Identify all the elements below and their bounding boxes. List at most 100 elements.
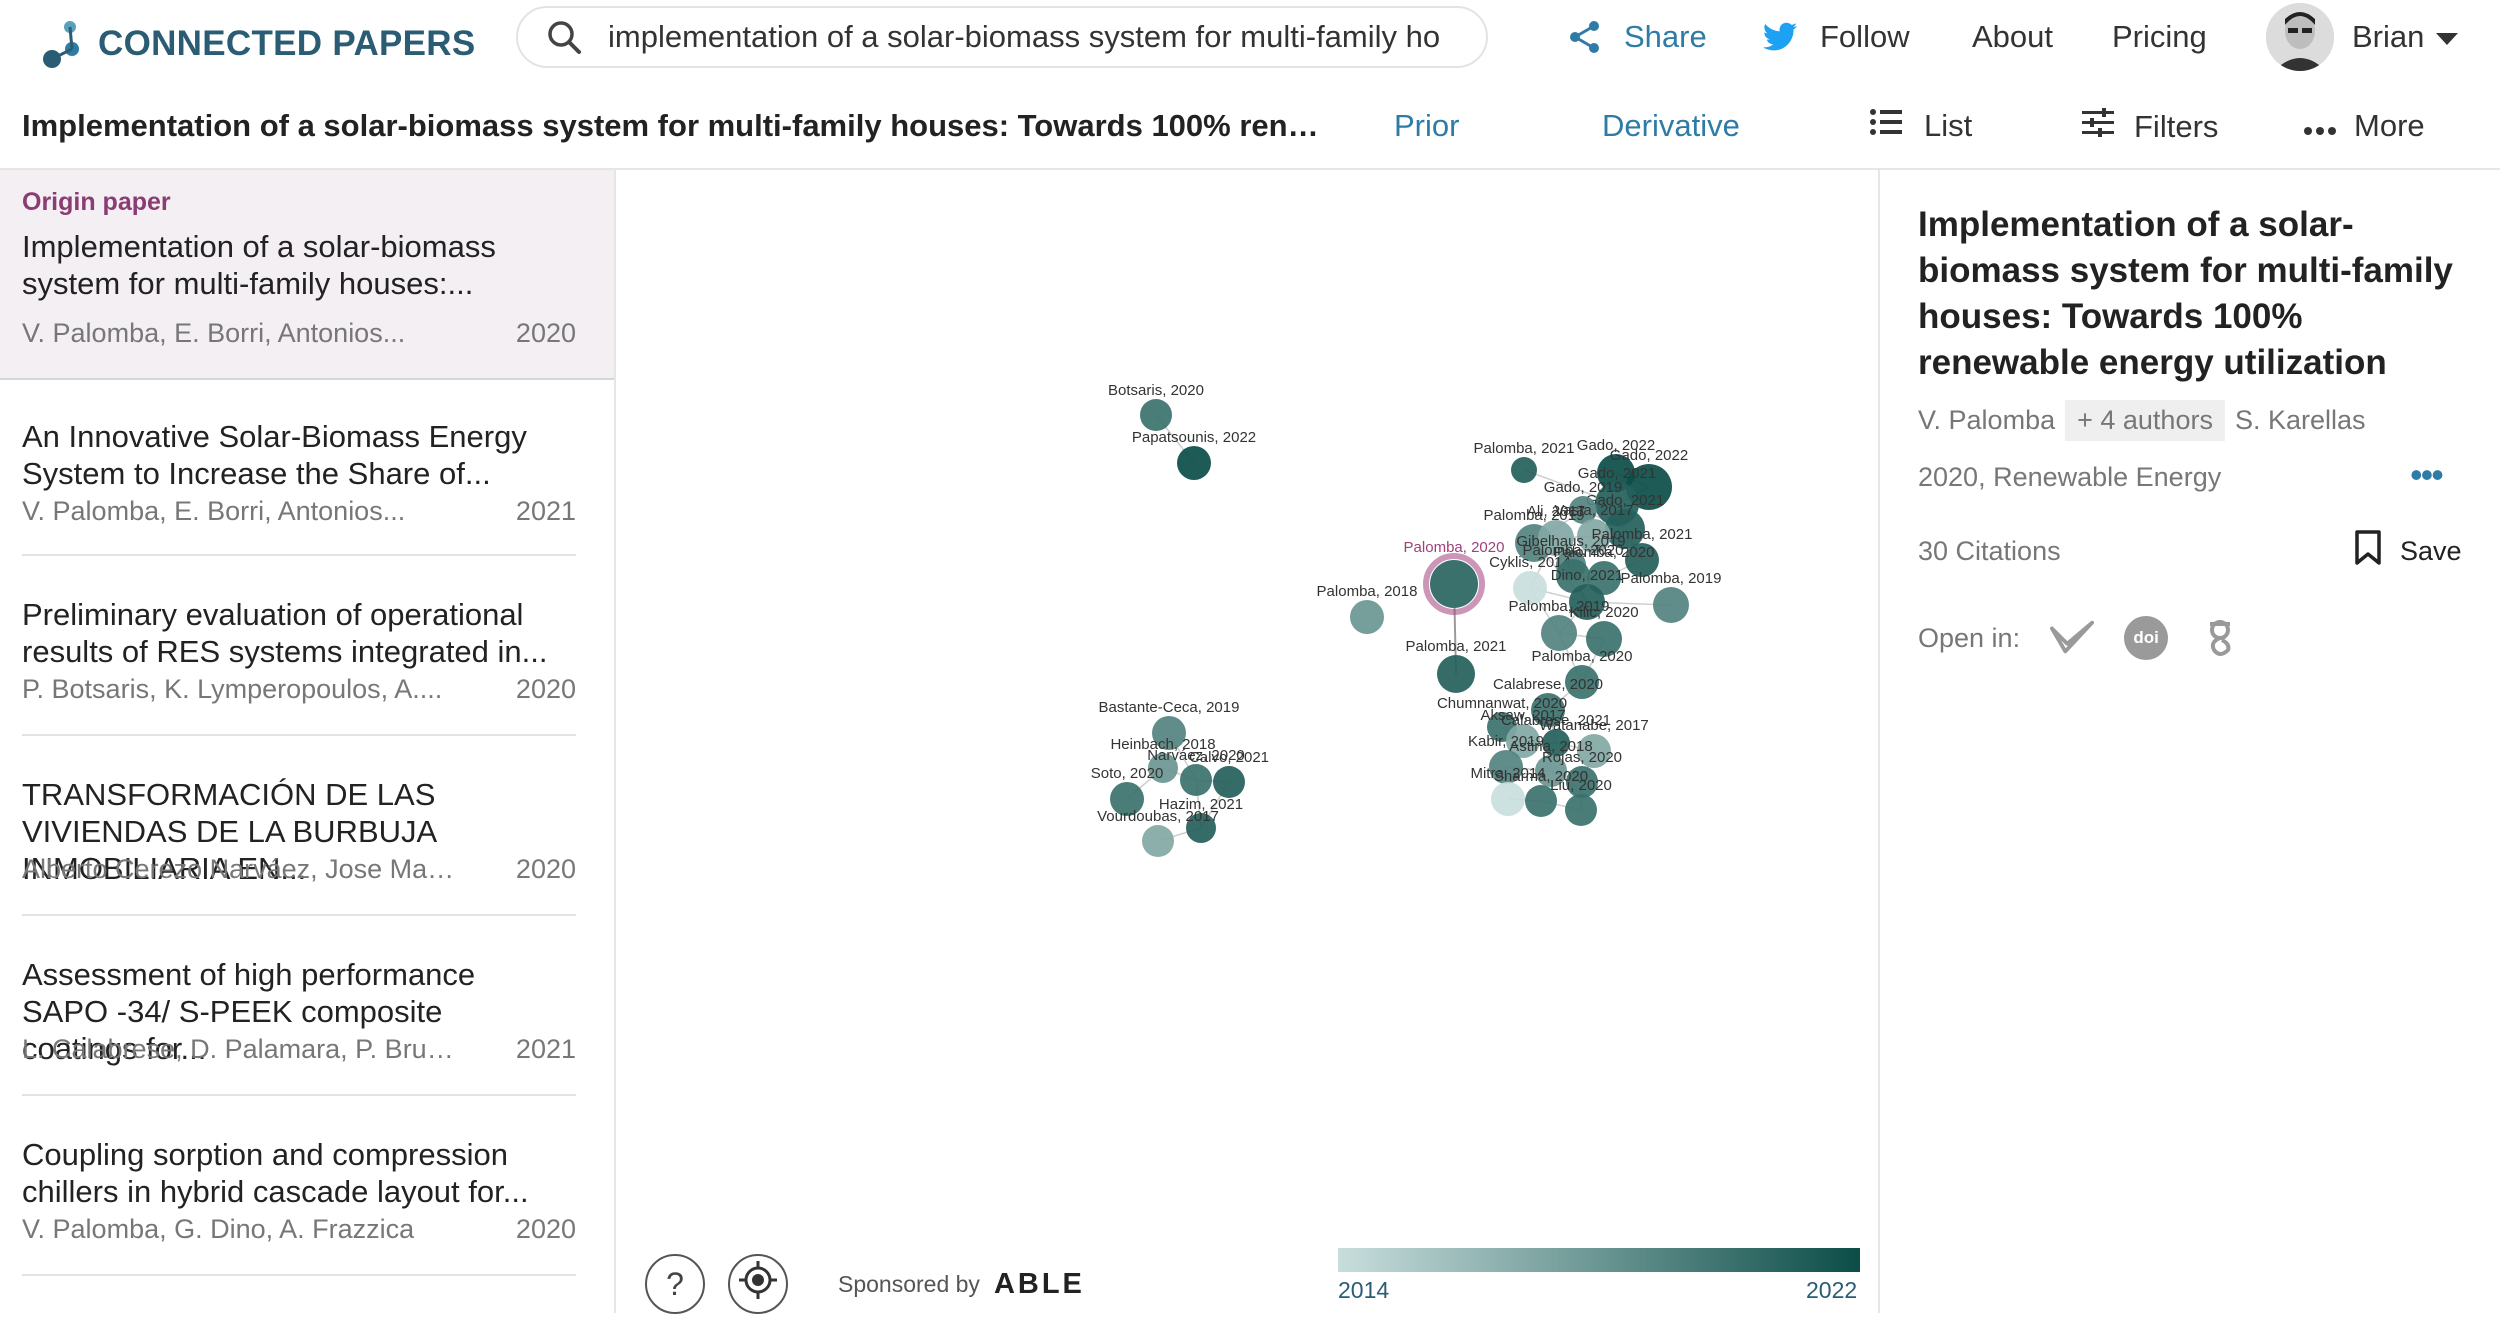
app-name: CONNECTED PAPERS [98, 24, 476, 63]
graph-node[interactable] [1565, 794, 1597, 826]
origin-node[interactable] [1430, 560, 1478, 608]
about-label: About [1972, 19, 2054, 54]
graph-node-label: Kilic, 2020 [1569, 604, 1638, 621]
share-label: Share [1624, 19, 1707, 54]
graph-node-label: Papatsounis, 2022 [1132, 429, 1256, 446]
detail-authors: V. Palomba + 4 authors S. Karellas [1918, 400, 2366, 441]
card-title: Preliminary evaluation of operational re… [22, 597, 548, 669]
semantic-scholar-icon[interactable] [2050, 616, 2095, 660]
more-dots-icon [2304, 108, 2336, 144]
graph-node-label: Watanabe, 2017 [1539, 717, 1649, 734]
open-in-label: Open in: [1918, 622, 2021, 653]
graph-node-label: Gado, 2022 [1610, 447, 1688, 464]
filters-label: Filters [2134, 109, 2219, 144]
divider [22, 1094, 576, 1096]
card-year: 2020 [515, 1214, 576, 1244]
pricing-link[interactable]: Pricing [2112, 14, 2207, 60]
card-meta: V. Palomba, G. Dino, A. Frazzica 2020 [22, 1214, 576, 1245]
list-item[interactable]: Coupling sorption and compression chille… [0, 1098, 614, 1278]
card-meta: P. Botsaris, K. Lymperopoulos, A.... 202… [22, 674, 576, 705]
graph-node[interactable] [1180, 764, 1212, 796]
list-item[interactable]: An Innovative Solar-Biomass Energy Syste… [0, 378, 614, 558]
card-year: 2020 [515, 318, 576, 348]
tab-prior[interactable]: Prior [1394, 108, 1459, 144]
origin-label: Origin paper [22, 188, 171, 216]
card-meta: L. Calabrese, D. Palamara, P. Bruzzaniti… [22, 1034, 576, 1065]
detail-last-author[interactable]: S. Karellas [2235, 405, 2366, 436]
graph-node-label: Botsaris, 2020 [1108, 382, 1204, 399]
graph-node[interactable] [1511, 457, 1537, 483]
graph-node-label: Palomba, 2019 [1621, 570, 1722, 587]
graph-node[interactable] [1142, 825, 1174, 857]
share-button[interactable]: Share [1568, 14, 1707, 60]
about-link[interactable]: About [1972, 14, 2053, 60]
graph-node-label: Palomba, 2018 [1317, 583, 1418, 600]
more-button[interactable]: More [2304, 108, 2425, 144]
card-authors: V. Palomba, E. Borri, Antonios... [22, 318, 406, 348]
sponsor-logo: ABLE [993, 1268, 1085, 1300]
detail-venue: 2020, Renewable Energy [1918, 462, 2222, 492]
graph-node[interactable] [1350, 600, 1384, 634]
graph-node-label: Palomba, 2021 [1406, 638, 1507, 655]
card-meta: V. Palomba, E. Borri, Antonios... 2021 [22, 496, 576, 527]
detail-title: Implementation of a solar-biomass system… [1918, 205, 2453, 382]
sponsor[interactable]: Sponsored by ABLE [838, 1268, 1085, 1301]
google-scholar-icon[interactable] [2198, 616, 2243, 660]
year-color-scale [1338, 1248, 1860, 1272]
origin-paper-card[interactable]: Origin paper Implementation of a solar-b… [0, 170, 614, 380]
graph-node[interactable] [1437, 655, 1475, 693]
tab-derivative[interactable]: Derivative [1602, 108, 1740, 144]
graph-node-label: Rojas, 2020 [1542, 749, 1622, 766]
paper-list: Origin paper Implementation of a solar-b… [0, 170, 616, 1313]
card-authors: Alberto Cerezo Narváez, Jose Maria... [22, 854, 462, 884]
card-title: Coupling sorption and compression chille… [22, 1137, 529, 1209]
graph-node-label: Calabrese, 2020 [1493, 676, 1603, 693]
more-label: More [2354, 108, 2425, 143]
list-item[interactable]: Preliminary evaluation of operational re… [0, 558, 614, 738]
card-authors: P. Botsaris, K. Lymperopoulos, A.... [22, 674, 443, 704]
graph-node[interactable] [1177, 446, 1211, 480]
user-menu[interactable]: Brian [2352, 14, 2459, 60]
card-title: Implementation of a solar-biomass system… [22, 229, 496, 301]
graph-node[interactable] [1653, 587, 1689, 623]
search-input[interactable] [606, 18, 1460, 56]
detail-more-icon[interactable]: ••• [2410, 454, 2444, 496]
graph-canvas[interactable]: Botsaris, 2020 Papatsounis, 2022 Palomba, … [616, 170, 1878, 1313]
recenter-button[interactable] [728, 1254, 788, 1314]
search-bar[interactable] [516, 6, 1488, 68]
card-year: 2021 [515, 1034, 576, 1064]
card-meta: Alberto Cerezo Narváez, Jose Maria... 20… [22, 854, 576, 885]
graph-node[interactable] [1213, 766, 1245, 798]
follow-label: Follow [1820, 19, 1910, 54]
list-icon [1870, 108, 1902, 144]
graph-node-label: Palomba, 2020 [1523, 542, 1624, 559]
follow-button[interactable]: Follow [1762, 14, 1910, 60]
list-item[interactable]: TRANSFORMACIÓN DE LAS VIVIENDAS DE LA BU… [0, 738, 614, 918]
doi-icon[interactable]: doi [2124, 616, 2169, 660]
detail-first-author[interactable]: V. Palomba [1918, 405, 2055, 436]
graph-node[interactable] [1140, 399, 1172, 431]
graph-svg[interactable]: Botsaris, 2020 Papatsounis, 2022 Palomba, … [616, 170, 1878, 1313]
detail-citations: 30 Citations [1918, 536, 2061, 566]
app-logo[interactable]: CONNECTED PAPERS [40, 14, 476, 74]
help-button[interactable]: ? [645, 1254, 705, 1314]
search-icon[interactable] [544, 17, 584, 57]
year-max-label: 2022 [1806, 1277, 1858, 1303]
sponsor-text: Sponsored by [838, 1271, 980, 1297]
year-min-label: 2014 [1338, 1277, 1390, 1303]
card-authors: V. Palomba, E. Borri, Antonios... [22, 496, 406, 526]
list-item[interactable]: Assessment of high performance SAPO -34/… [0, 918, 614, 1098]
graph-node-label: Dino, 2021 [1551, 567, 1624, 584]
list-button[interactable]: List [1870, 108, 1972, 144]
card-year: 2021 [515, 496, 576, 526]
card-year: 2020 [515, 674, 576, 704]
twitter-icon [1762, 22, 1798, 52]
card-authors: V. Palomba, G. Dino, A. Frazzica [22, 1214, 415, 1244]
divider [22, 914, 576, 916]
more-authors-button[interactable]: + 4 authors [2065, 400, 2225, 441]
filters-button[interactable]: Filters [2082, 108, 2218, 146]
save-button[interactable]: Save [2354, 530, 2462, 573]
avatar[interactable] [2266, 3, 2334, 71]
graph-node-label: Liu, 2020 [1550, 777, 1612, 794]
graph-node[interactable] [1491, 782, 1525, 816]
